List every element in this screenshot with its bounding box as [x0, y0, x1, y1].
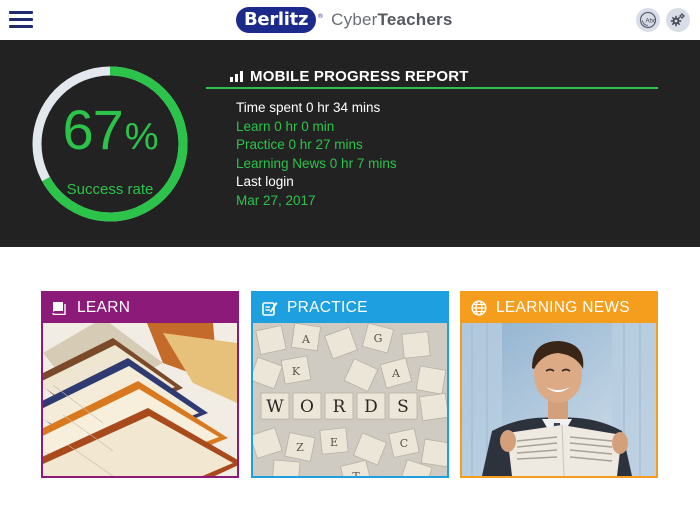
svg-text:Z: Z: [296, 441, 304, 454]
svg-text:G: G: [374, 332, 383, 345]
progress-report: MOBILE PROGRESS REPORT Time spent 0 hr 3…: [206, 66, 658, 210]
learning-news-card-header[interactable]: LEARNING NEWS: [462, 293, 656, 323]
svg-text:S: S: [397, 397, 409, 417]
svg-text:K: K: [292, 365, 301, 378]
success-rate-percent: 67%: [62, 98, 158, 161]
svg-text:O: O: [300, 397, 314, 417]
success-rate: 67% Success rate: [30, 64, 190, 224]
learn-card-label[interactable]: LEARN: [77, 299, 130, 317]
brand: Berlitz ® CyberTeachers: [236, 7, 453, 33]
settings-gear-icon[interactable]: [666, 8, 690, 32]
learning-news-time: Learning News 0 hr 7 mins: [236, 155, 397, 171]
svg-text:R: R: [333, 397, 347, 417]
practice-card[interactable]: PRACTICE W O R D S A G K A E C Z: [251, 291, 449, 478]
practice-card-header[interactable]: PRACTICE: [253, 293, 447, 323]
svg-text:Abc: Abc: [646, 19, 656, 25]
svg-text:C: C: [400, 437, 408, 450]
abc-language-icon[interactable]: Abc: [636, 8, 660, 32]
man-reading-newspaper-photo[interactable]: [462, 323, 656, 476]
learn-card-header[interactable]: LEARN: [43, 293, 237, 323]
last-login-date: Mar 27, 2017: [236, 192, 316, 208]
learn-time: Learn 0 hr 0 min: [236, 118, 335, 134]
success-rate-label: Success rate: [66, 181, 154, 198]
top-bar: Berlitz ® CyberTeachers Abc: [0, 0, 700, 40]
app-name-light: Cyber: [331, 10, 378, 29]
learning-news-card[interactable]: LEARNING NEWS: [460, 291, 658, 478]
app-name: CyberTeachers: [331, 10, 452, 30]
progress-panel: 67% Success rate MOBILE PROGRESS REPORT …: [0, 40, 700, 247]
svg-text:A: A: [391, 367, 401, 380]
app-name-bold: Teachers: [377, 10, 453, 29]
book-icon: [51, 299, 69, 317]
svg-text:T: T: [352, 470, 360, 476]
bar-chart-icon: [230, 70, 244, 82]
practice-card-label[interactable]: PRACTICE: [287, 299, 368, 317]
edit-note-icon: [261, 299, 279, 317]
svg-text:W: W: [266, 397, 284, 417]
menu-icon[interactable]: [9, 11, 33, 29]
practice-time: Practice 0 hr 27 mins: [236, 137, 363, 152]
svg-text:A: A: [301, 333, 311, 346]
last-login-label: Last login: [236, 174, 294, 189]
report-divider: [206, 87, 658, 89]
learn-card[interactable]: LEARN: [41, 291, 239, 478]
time-spent: Time spent 0 hr 34 mins: [236, 100, 381, 115]
berlitz-logo: Berlitz ®: [236, 7, 323, 33]
globe-icon: [470, 299, 488, 317]
word-tiles-photo[interactable]: W O R D S A G K A E C Z T: [253, 323, 447, 476]
stacked-books-photo[interactable]: [43, 323, 237, 476]
learning-news-card-label[interactable]: LEARNING NEWS: [496, 299, 630, 317]
svg-text:E: E: [330, 436, 338, 449]
svg-text:D: D: [364, 397, 378, 417]
report-title: MOBILE PROGRESS REPORT: [206, 66, 658, 86]
